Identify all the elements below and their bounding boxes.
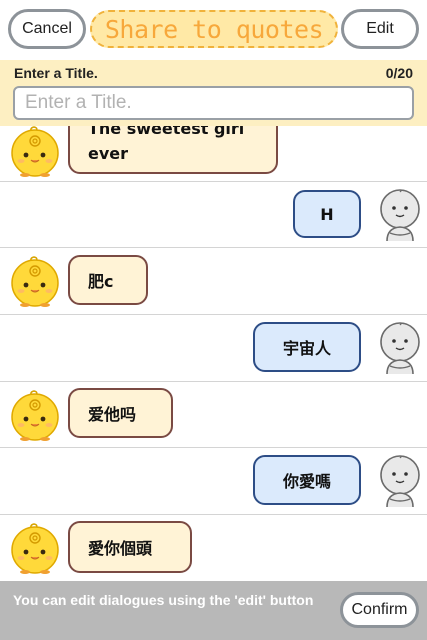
message-row-simsimi: 愛你個頭 bbox=[0, 515, 427, 581]
yellow-chick-avatar-icon bbox=[8, 521, 62, 575]
message-bubble-outgoing: 宇宙人 bbox=[253, 322, 361, 372]
top-bar: Cancel Share to quotes Edit bbox=[0, 0, 427, 60]
message-text: 宇宙人 bbox=[282, 339, 331, 358]
message-bubble-incoming: 爱他吗 bbox=[68, 388, 173, 438]
title-input-panel: Enter a Title. 0/20 bbox=[0, 60, 427, 126]
yellow-chick-avatar-icon bbox=[8, 124, 62, 178]
message-text: ever bbox=[88, 144, 129, 163]
character-counter: 0/20 bbox=[385, 65, 413, 81]
gray-person-avatar-icon bbox=[377, 320, 423, 376]
title-input[interactable] bbox=[13, 86, 414, 120]
message-text: 愛你個頭 bbox=[88, 539, 153, 558]
message-text: H bbox=[320, 204, 334, 224]
gray-person-avatar-icon bbox=[377, 453, 423, 509]
message-text: 你愛嗎 bbox=[282, 472, 331, 491]
yellow-chick-avatar-icon bbox=[8, 254, 62, 308]
page-title: Share to quotes bbox=[90, 10, 338, 48]
message-text: 肥c bbox=[88, 272, 114, 291]
yellow-chick-avatar-icon bbox=[8, 388, 62, 442]
message-bubble-outgoing: 你愛嗎 bbox=[253, 455, 361, 505]
message-row-user: H bbox=[0, 182, 427, 248]
title-field-label: Enter a Title. bbox=[14, 65, 98, 81]
message-bubble-incoming: 愛你個頭 bbox=[68, 521, 192, 573]
edit-button[interactable]: Edit bbox=[341, 9, 419, 49]
confirm-button[interactable]: Confirm bbox=[340, 592, 419, 628]
cancel-button[interactable]: Cancel bbox=[8, 9, 86, 49]
message-row-user: 宇宙人 bbox=[0, 315, 427, 382]
message-bubble-incoming: 肥c bbox=[68, 255, 148, 305]
message-bubble-outgoing: H bbox=[293, 190, 361, 238]
edit-hint-text: You can edit dialogues using the 'edit' … bbox=[13, 592, 314, 608]
message-row-user: 你愛嗎 bbox=[0, 448, 427, 515]
bottom-bar: You can edit dialogues using the 'edit' … bbox=[0, 581, 427, 640]
gray-person-avatar-icon bbox=[377, 187, 423, 243]
message-row-simsimi: 爱他吗 bbox=[0, 382, 427, 448]
message-row-simsimi: 肥c bbox=[0, 248, 427, 315]
message-text: 爱他吗 bbox=[88, 405, 137, 424]
